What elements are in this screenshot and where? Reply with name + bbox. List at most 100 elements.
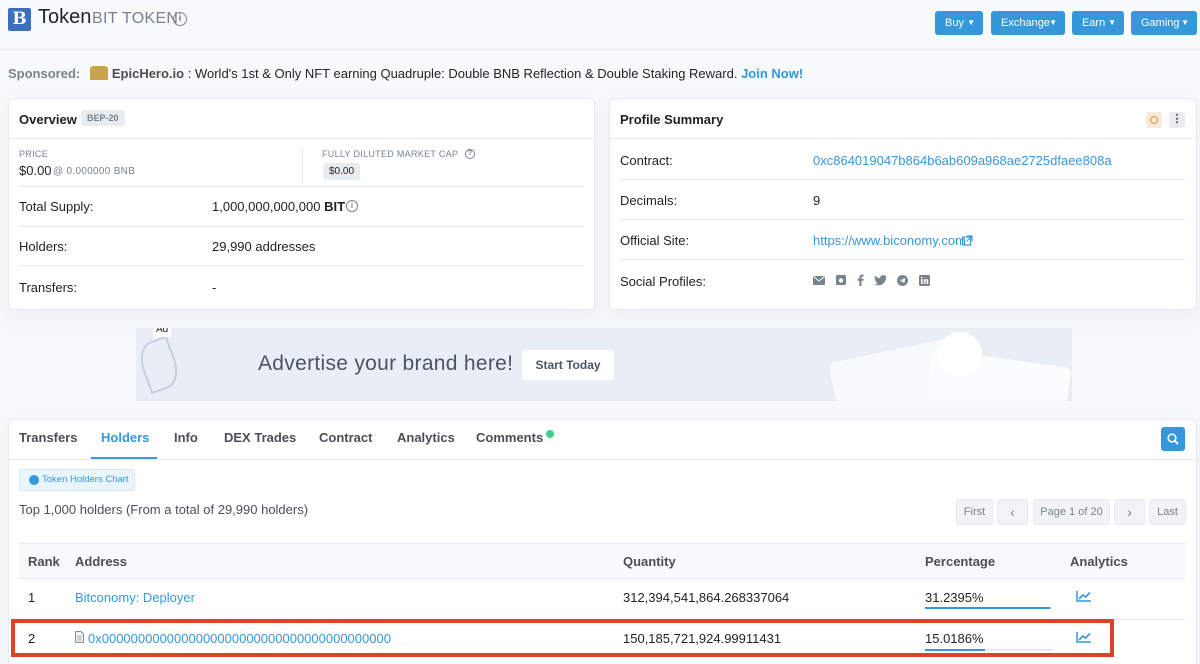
column-rank: Rank xyxy=(28,554,60,569)
info-circle-icon[interactable]: i xyxy=(173,12,187,26)
tab-holders[interactable]: Holders xyxy=(101,430,149,445)
status-button[interactable] xyxy=(1146,112,1162,128)
pie-chart-icon xyxy=(29,475,39,485)
facebook-icon[interactable] xyxy=(857,274,864,286)
total-supply-label: Total Supply: xyxy=(19,199,94,214)
table-header xyxy=(19,543,1185,579)
holders-label: Holders: xyxy=(19,239,68,254)
ad-tag: Ad xyxy=(153,328,172,337)
divider xyxy=(9,138,594,139)
search-icon xyxy=(1167,433,1179,445)
holder-percentage: 31.2395% xyxy=(925,590,984,605)
ad-banner[interactable]: Ad Advertise your brand here! Start Toda… xyxy=(136,328,1072,401)
medium-icon[interactable] xyxy=(836,275,846,285)
token-holders-chart-button[interactable]: Token Holders Chart xyxy=(19,469,135,491)
divider xyxy=(19,186,584,187)
divider xyxy=(302,148,303,184)
leaf-icon xyxy=(136,335,184,395)
divider xyxy=(19,265,584,266)
divider xyxy=(9,459,1196,460)
token-name: BIT TOKEN xyxy=(92,10,179,27)
pagination-page: Page 1 of 20 xyxy=(1033,499,1110,525)
pagination-next[interactable]: › xyxy=(1114,499,1145,525)
total-supply-value: 1,000,000,000,000 BIT xyxy=(212,199,346,214)
chevron-down-icon: ▼ xyxy=(967,18,975,27)
ad-headline: Advertise your brand here! xyxy=(258,352,514,375)
external-link-icon[interactable] xyxy=(962,235,973,246)
divider xyxy=(19,226,584,227)
tab-analytics[interactable]: Analytics xyxy=(397,430,455,445)
pie-chart-icon xyxy=(938,332,982,376)
official-site-link[interactable]: https://www.biconomy.com xyxy=(813,233,966,248)
pagination-last[interactable]: Last xyxy=(1149,499,1186,525)
contract-address-link[interactable]: 0xc864019047b864b6ab609a968ae2725dfaee80… xyxy=(813,153,1112,168)
divider xyxy=(620,259,1185,260)
official-site-label: Official Site: xyxy=(620,233,690,248)
decimals-value: 9 xyxy=(813,193,821,208)
bscscan-logo[interactable]: B xyxy=(8,8,31,31)
profile-summary-title: Profile Summary xyxy=(620,112,724,127)
transfers-label: Transfers: xyxy=(19,280,78,295)
tab-transfers[interactable]: Transfers xyxy=(19,430,78,445)
column-analytics: Analytics xyxy=(1070,554,1128,569)
column-quantity: Quantity xyxy=(623,554,676,569)
social-profiles-label: Social Profiles: xyxy=(620,274,706,289)
more-vertical-icon: ⋮ xyxy=(1171,113,1183,125)
fdmc-label: FULLY DILUTED MARKET CAP xyxy=(322,149,459,159)
token-standard-badge: BEP-20 xyxy=(81,110,125,126)
earn-menu-button[interactable]: Earn ▼ xyxy=(1072,11,1124,35)
page-title: Token xyxy=(38,6,92,28)
chevron-down-icon: ▼ xyxy=(1049,18,1057,27)
row-highlight-annotation xyxy=(11,619,1114,657)
linkedin-icon[interactable] xyxy=(919,275,930,286)
holder-quantity: 312,394,541,864.268337064 xyxy=(623,590,790,605)
email-icon[interactable] xyxy=(813,276,825,285)
telegram-icon[interactable] xyxy=(897,275,908,286)
chevron-down-icon: ▼ xyxy=(1108,18,1116,27)
transfers-value: - xyxy=(212,280,217,295)
holders-summary: Top 1,000 holders (From a total of 29,99… xyxy=(19,502,309,517)
column-percentage: Percentage xyxy=(925,554,996,569)
start-today-button[interactable]: Start Today xyxy=(522,350,614,380)
tab-contract[interactable]: Contract xyxy=(319,430,372,445)
tab-comments[interactable]: Comments xyxy=(476,430,543,445)
contract-label: Contract: xyxy=(620,153,673,168)
sponsor-name[interactable]: EpicHero.io xyxy=(112,66,184,81)
analytics-chart-icon[interactable] xyxy=(1076,590,1092,602)
join-now-link[interactable]: Join Now! xyxy=(741,66,803,81)
percentage-bar xyxy=(925,607,1053,609)
sponsor-text: : World's 1st & Only NFT earning Quadrup… xyxy=(187,66,738,81)
divider xyxy=(620,219,1185,220)
sponsor-logo-icon xyxy=(89,66,108,80)
sponsored-label: Sponsored: xyxy=(8,66,81,81)
holder-rank: 1 xyxy=(28,590,36,605)
column-address: Address xyxy=(75,554,128,569)
holders-value: 29,990 addresses xyxy=(212,239,316,254)
tab-info[interactable]: Info xyxy=(174,430,198,445)
page-header: B Token BIT TOKEN i Buy ▼ Exchange ▼ Earn ▼… xyxy=(0,0,1200,50)
percentage-bar-fill xyxy=(925,607,1050,609)
tab-dex-trades[interactable]: DEX Trades xyxy=(224,430,296,445)
fdmc-value: $0.00 xyxy=(323,163,361,180)
pagination-first[interactable]: First xyxy=(956,499,993,525)
search-button[interactable] xyxy=(1161,427,1185,451)
twitter-icon[interactable] xyxy=(874,275,887,286)
price-bnb: @ 0.000000 BNB xyxy=(53,166,136,177)
help-icon[interactable]: ? xyxy=(465,149,475,159)
overview-title: Overview xyxy=(19,112,77,127)
sponsored-banner: Sponsored: EpicHero.io : World's 1st & O… xyxy=(8,66,803,81)
info-circle-icon[interactable]: i xyxy=(346,200,358,212)
decimals-label: Decimals: xyxy=(620,193,678,208)
price-label: PRICE xyxy=(19,149,49,159)
more-options-button[interactable]: ⋮ xyxy=(1169,112,1185,128)
divider xyxy=(610,138,1196,139)
chevron-down-icon: ▼ xyxy=(1181,18,1189,27)
online-status-dot xyxy=(546,430,554,438)
price-value: $0.00 xyxy=(19,163,52,178)
pagination-prev[interactable]: ‹ xyxy=(997,499,1028,525)
gaming-menu-button[interactable]: Gaming ▼ xyxy=(1131,11,1197,35)
holder-address-link[interactable]: Bitconomy: Deployer xyxy=(75,590,195,605)
buy-menu-button[interactable]: Buy ▼ xyxy=(935,11,983,35)
divider xyxy=(620,179,1185,180)
exchange-menu-button[interactable]: Exchange ▼ xyxy=(991,11,1065,35)
